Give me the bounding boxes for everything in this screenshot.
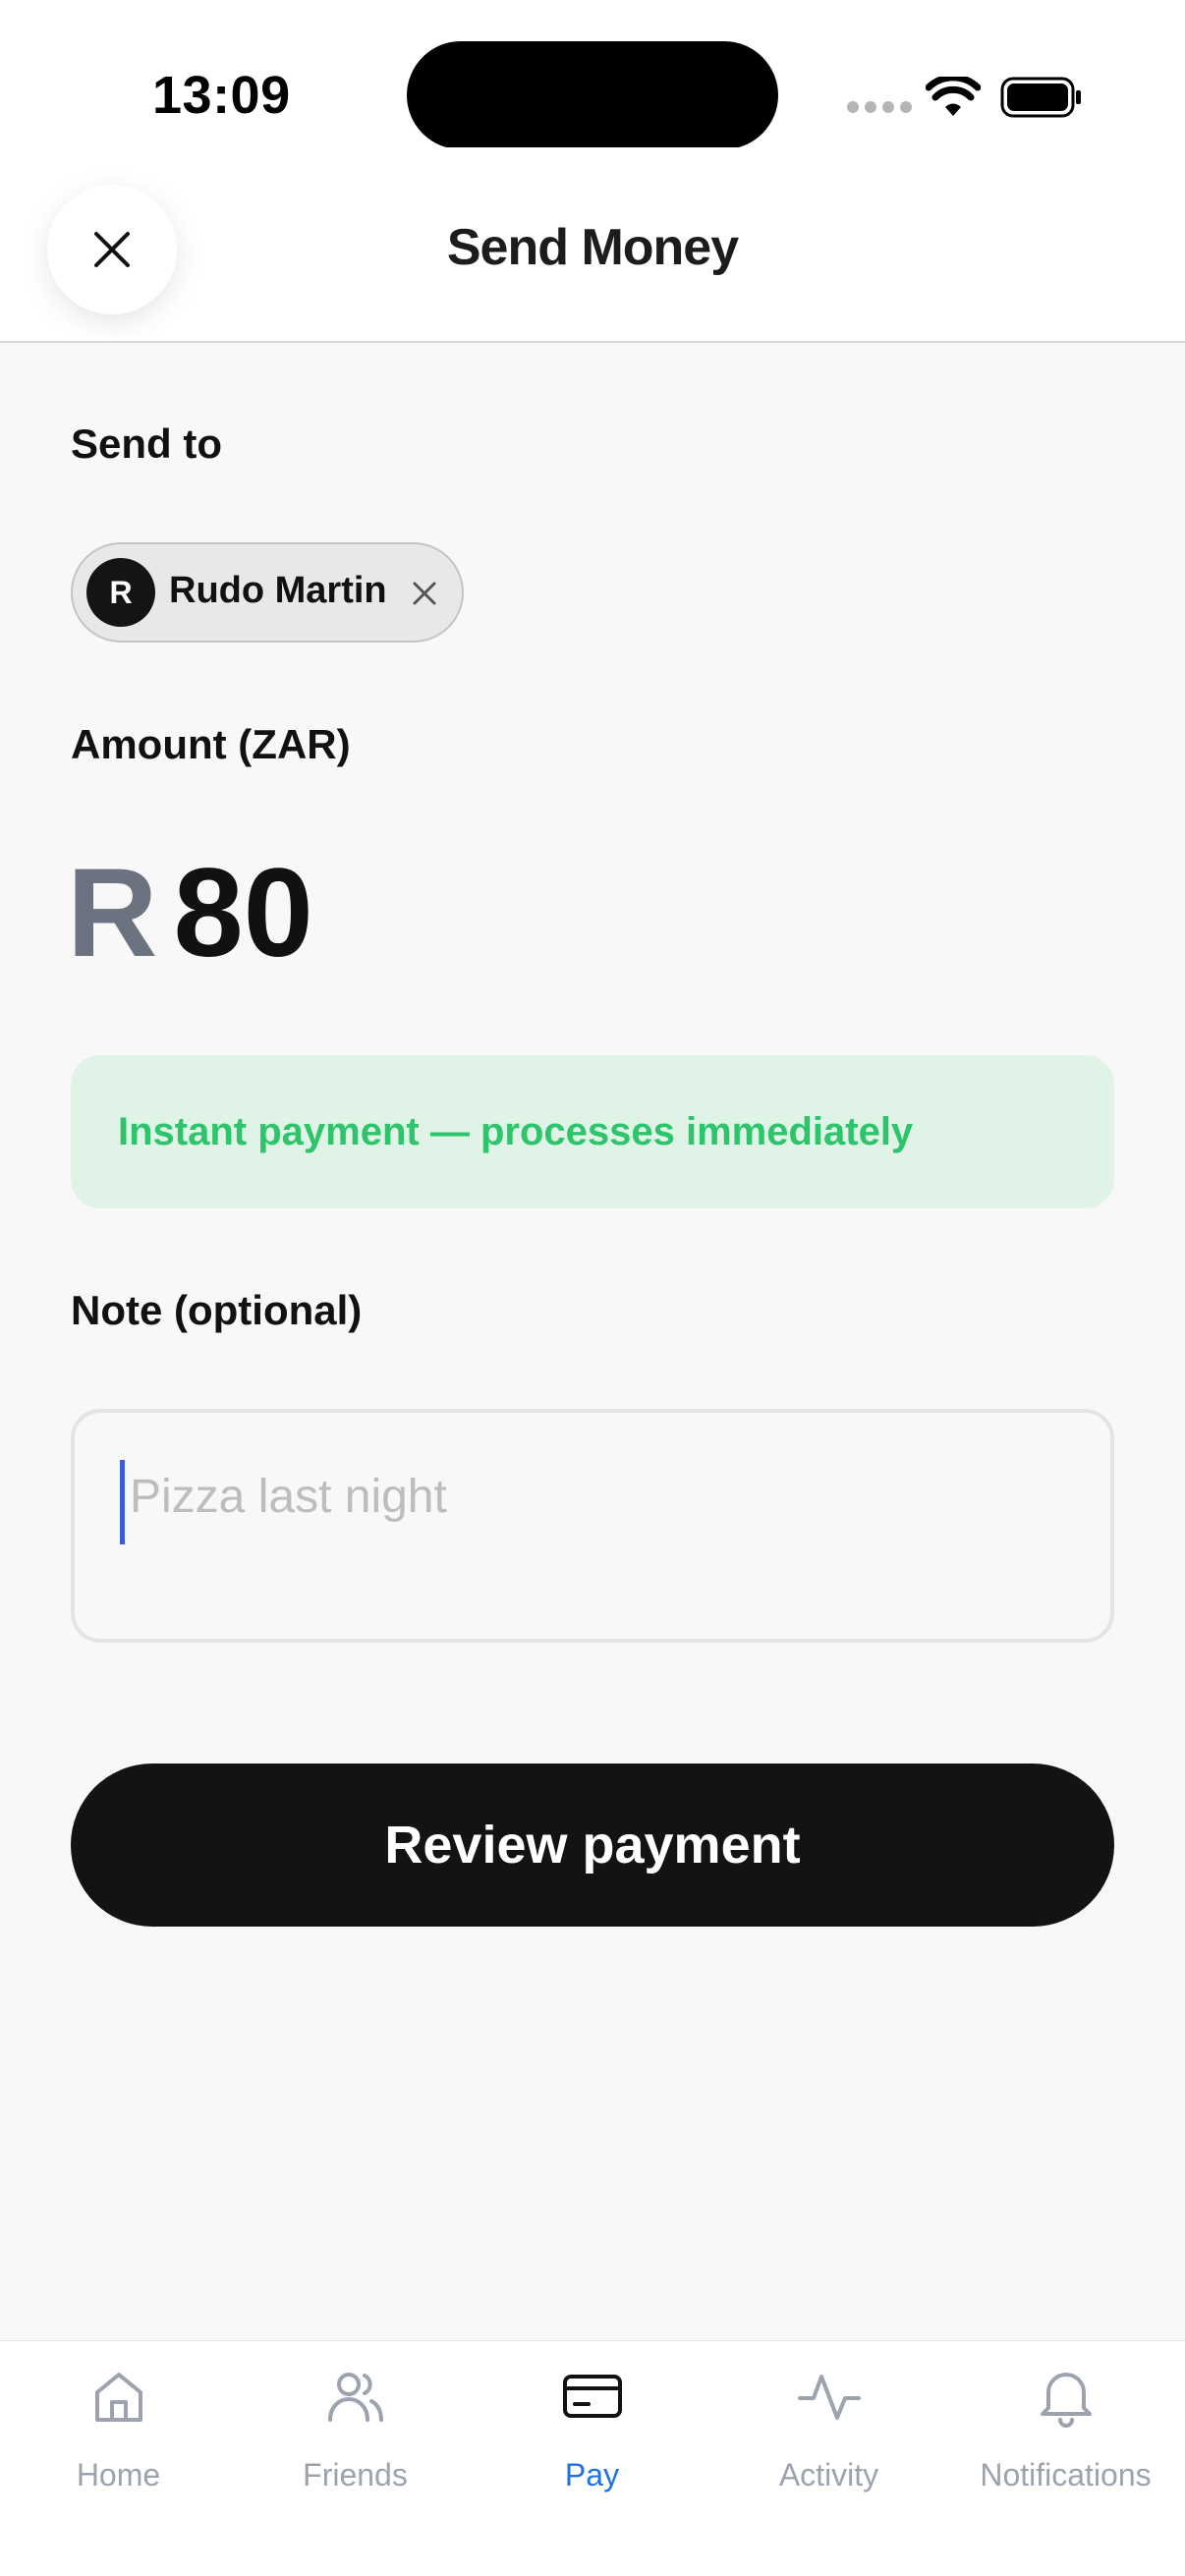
tab-home[interactable]: Home (0, 2341, 237, 2538)
bell-icon (1040, 2373, 1092, 2428)
currency-symbol: R (67, 843, 158, 983)
recipient-name: Rudo Martin (169, 570, 387, 611)
cellular-signal-icon (847, 101, 912, 113)
review-payment-label: Review payment (384, 1816, 801, 1875)
battery-icon (1000, 77, 1081, 118)
notice-text: Instant payment — processes immediately (118, 1109, 914, 1153)
amount-value: 80 (173, 843, 313, 983)
tab-friends-label: Friends (303, 2457, 408, 2492)
recipient-chip[interactable]: R Rudo Martin (71, 542, 464, 643)
home-icon (94, 2373, 142, 2422)
send-to-label: Send to (71, 420, 222, 467)
tab-notifications[interactable]: Notifications (947, 2341, 1184, 2538)
dynamic-island (407, 41, 778, 149)
tab-pay-label: Pay (564, 2457, 620, 2492)
tab-notifications-label: Notifications (980, 2457, 1152, 2492)
tab-activity-label: Activity (778, 2457, 879, 2492)
wifi-icon (926, 77, 981, 116)
text-cursor (120, 1460, 125, 1544)
note-label: Note (optional) (71, 1287, 363, 1333)
instant-payment-notice: Instant payment — processes immediately (71, 1055, 1114, 1208)
tab-friends[interactable]: Friends (237, 2341, 474, 2538)
review-payment-button[interactable]: Review payment (71, 1764, 1114, 1927)
header: Send Money (0, 147, 1185, 343)
tab-home-label: Home (76, 2457, 161, 2492)
tab-activity[interactable]: Activity (710, 2341, 947, 2538)
status-time: 13:09 (152, 66, 291, 125)
tab-pay[interactable]: Pay (474, 2341, 710, 2538)
send-money-screen: 13:09 Send Money Send to R Rudo Martin A… (0, 0, 1185, 2576)
note-input[interactable]: Pizza last night (71, 1409, 1114, 1643)
card-icon (562, 2375, 622, 2418)
amount-label: Amount (ZAR) (71, 721, 351, 767)
activity-icon (797, 2375, 861, 2420)
page-title: Send Money (446, 219, 739, 276)
note-placeholder: Pizza last night (130, 1471, 447, 1523)
friends-icon (327, 2373, 383, 2422)
amount-display[interactable]: R 80 (67, 841, 313, 985)
close-icon (413, 582, 436, 605)
avatar: R (86, 558, 155, 627)
tab-bar: Home Friends Pay Activity Notifications (0, 2340, 1185, 2576)
remove-recipient-button[interactable] (405, 574, 444, 613)
